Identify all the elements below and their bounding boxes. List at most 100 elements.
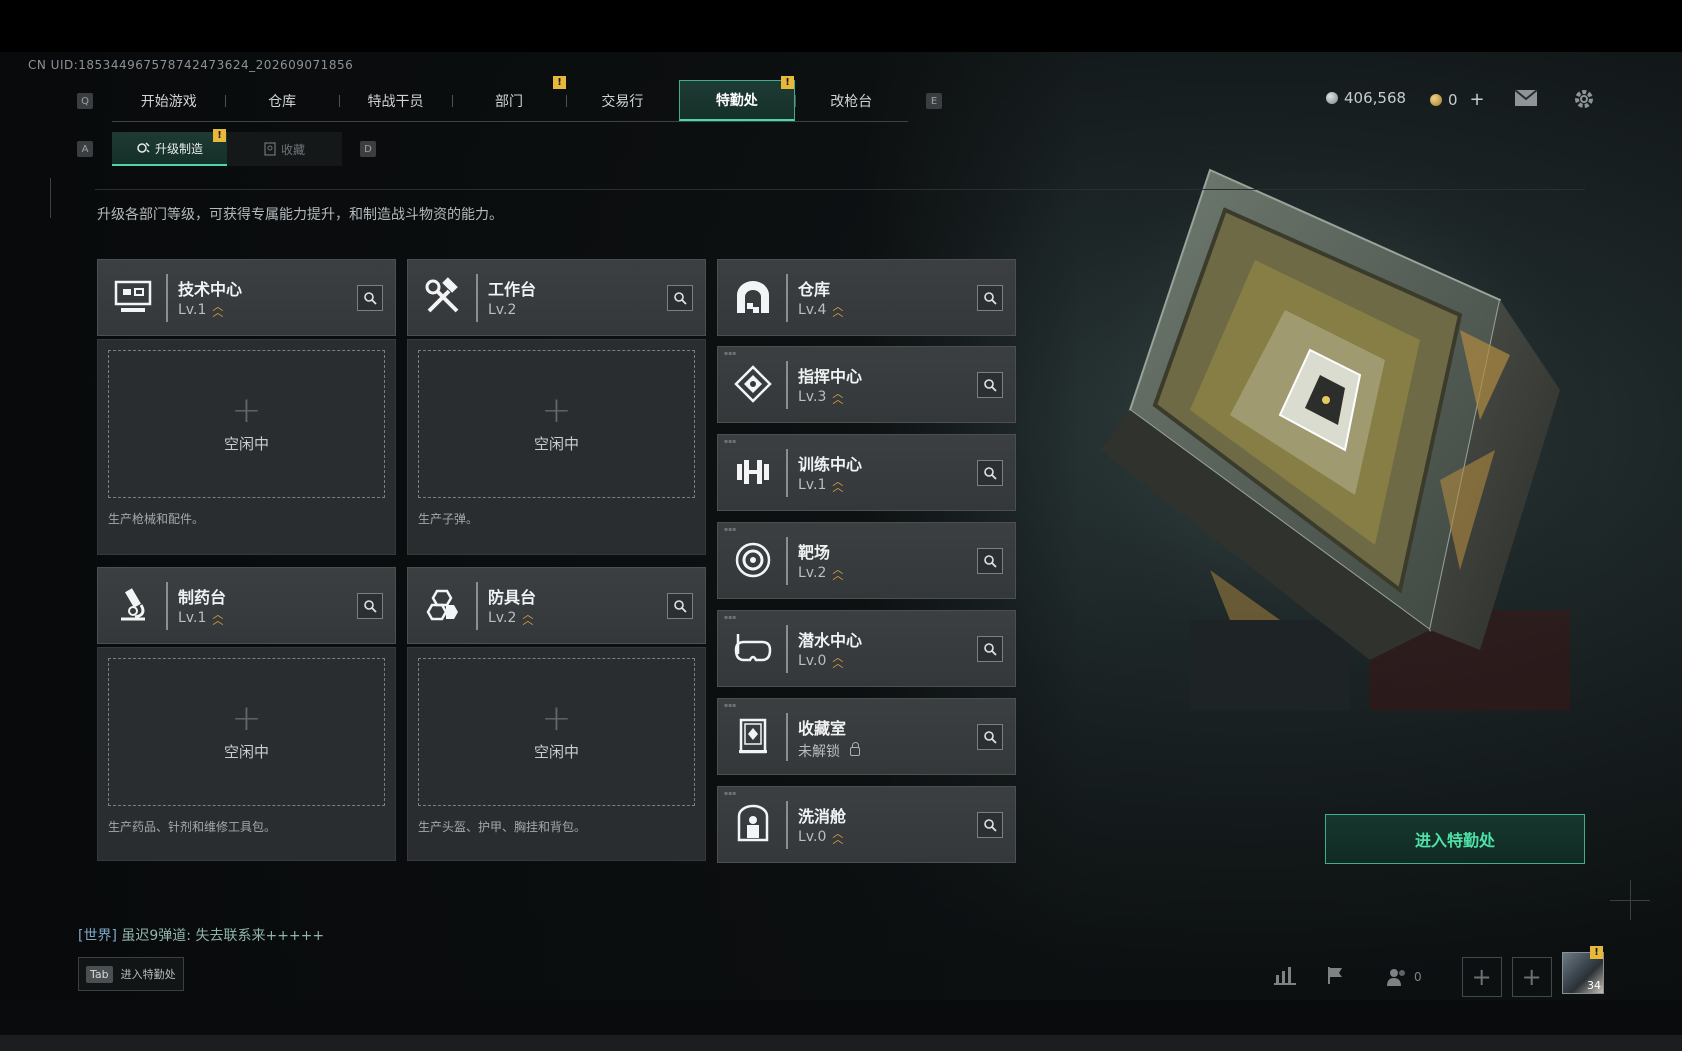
level-text: Lv.0	[798, 653, 827, 669]
search-button[interactable]	[977, 285, 1003, 311]
search-button[interactable]	[667, 285, 693, 311]
search-button[interactable]	[977, 636, 1003, 662]
sub-nav-tabs: 升级制造 收藏	[112, 132, 342, 166]
dept-card-warehouse[interactable]: 仓库 Lv.4 ︿ ︿	[717, 259, 1016, 336]
card-level: Lv.2 ︿ ︿	[798, 563, 844, 582]
production-area-armor-bench: + 空闲中 生产头盔、护甲、胸挂和背包。	[407, 647, 706, 861]
dept-card-shooting-range[interactable]: ▪▪▪ 靶场 Lv.2 ︿ ︿	[717, 522, 1016, 599]
tab-label: 改枪台	[830, 93, 873, 110]
dept-card-command-center[interactable]: ▪▪▪ 指挥中心 Lv.3 ︿ ︿	[717, 346, 1016, 423]
level-text: Lv.2	[488, 302, 517, 318]
dept-card-diving-center[interactable]: ▪▪▪ 潜水中心 Lv.0 ︿ ︿	[717, 610, 1016, 687]
level-text: Lv.3	[798, 389, 827, 405]
production-desc: 生产药品、针剂和维修工具包。	[108, 820, 277, 834]
card-title: 潜水中心	[798, 631, 863, 650]
card-separator	[786, 537, 788, 585]
card-title: 仓库	[798, 280, 831, 299]
upgrade-chevron-icon: ︿ ︿	[832, 475, 844, 494]
search-button[interactable]	[977, 548, 1003, 574]
dumbbell-icon	[730, 449, 776, 495]
mail-icon[interactable]	[1514, 88, 1538, 112]
search-button[interactable]	[977, 372, 1003, 398]
add-teammate-button[interactable]: +	[1511, 957, 1552, 997]
subnav-right-key[interactable]: D	[360, 141, 376, 157]
production-slot[interactable]: + 空闲中	[108, 658, 385, 806]
search-button[interactable]	[977, 460, 1003, 486]
nav-left-key[interactable]: Q	[77, 93, 93, 109]
tab-warehouse[interactable]: 仓库	[225, 80, 338, 121]
upgrade-chevron-icon: ︿ ︿	[832, 563, 844, 582]
dept-card-collection-room[interactable]: ▪▪▪ 收藏室 未解锁	[717, 698, 1016, 775]
production-slot[interactable]: + 空闲中	[418, 350, 695, 498]
production-desc: 生产头盔、护甲、胸挂和背包。	[418, 820, 587, 834]
subtab-upgrade-craft[interactable]: 升级制造	[112, 132, 227, 166]
card-level: Lv.1 ︿ ︿	[178, 300, 224, 319]
card-level: Lv.1 ︿ ︿	[178, 609, 223, 626]
nav-right-key[interactable]: E	[926, 93, 942, 109]
search-button[interactable]	[357, 593, 383, 619]
lock-icon	[850, 741, 860, 756]
silver-amount: 406,568	[1344, 89, 1407, 107]
search-button[interactable]	[977, 812, 1003, 838]
dept-card-decon-chamber[interactable]: ▪▪▪ 洗消舱 Lv.0 ︿ ︿	[717, 786, 1016, 863]
dept-card-workbench[interactable]: 工作台 Lv.2	[407, 259, 706, 336]
card-title: 指挥中心	[798, 367, 863, 386]
tab-label: 特战干员	[367, 93, 424, 110]
chat-channel: [世界]	[78, 928, 117, 944]
display-case-icon	[730, 713, 776, 759]
enter-special-ops-button[interactable]: 进入特勤处	[1325, 814, 1585, 864]
card-title: 防具台	[488, 588, 537, 607]
tab-start-game[interactable]: 开始游戏	[112, 80, 225, 121]
subtab-collection[interactable]: 收藏	[227, 132, 342, 166]
magnifier-icon	[984, 292, 997, 305]
tab-enter-hint[interactable]: Tab 进入特勤处	[78, 957, 184, 991]
dept-card-tech-center[interactable]: 技术中心 Lv.1 ︿ ︿	[97, 259, 396, 336]
tab-key: Tab	[86, 965, 113, 983]
special-ops-cube-art	[1040, 150, 1600, 710]
command-diamond-icon	[730, 361, 776, 407]
card-corner-mark: ▪▪▪	[724, 438, 737, 445]
card-separator	[166, 274, 168, 322]
card-level: Lv.4 ︿ ︿	[798, 301, 843, 318]
card-title: 训练中心	[798, 455, 863, 474]
dept-card-armor-bench[interactable]: 防具台 Lv.2 ︿ ︿	[407, 567, 706, 644]
tab-departments[interactable]: 部门	[452, 80, 565, 121]
add-slot-icon: +	[541, 389, 572, 431]
search-button[interactable]	[667, 593, 693, 619]
search-button[interactable]	[357, 285, 383, 311]
friends-icon[interactable]: 0	[1386, 967, 1422, 987]
decon-chamber-icon	[730, 801, 776, 847]
world-chat-line[interactable]: [世界] 虽迟9弹道: 失去联系来+++++	[78, 925, 324, 945]
dept-card-pharmacy[interactable]: 制药台 Lv.1 ︿ ︿	[97, 567, 396, 644]
subnav-left-key[interactable]: A	[77, 141, 93, 157]
upgrade-chevron-icon: ︿ ︿	[212, 300, 224, 319]
card-separator	[786, 713, 788, 761]
tab-gunsmith[interactable]: 改枪台	[794, 80, 908, 121]
tab-hint-label: 进入特勤处	[120, 968, 176, 981]
add-slot-icon: +	[541, 697, 572, 739]
stats-chart-icon[interactable]	[1274, 965, 1296, 990]
add-slot-icon: +	[231, 389, 262, 431]
gold-currency: 0 +	[1430, 89, 1485, 110]
tab-operators[interactable]: 特战干员	[338, 80, 452, 121]
magnifier-icon	[364, 600, 377, 613]
tab-label: 交易行	[601, 93, 644, 110]
tab-trading[interactable]: 交易行	[565, 80, 679, 121]
flag-icon[interactable]	[1326, 965, 1346, 990]
search-button[interactable]	[977, 724, 1003, 750]
card-title: 技术中心	[178, 280, 243, 299]
production-slot[interactable]: + 空闲中	[418, 658, 695, 806]
dept-card-training-center[interactable]: ▪▪▪ 训练中心 Lv.1 ︿ ︿	[717, 434, 1016, 511]
card-title: 收藏室	[798, 719, 847, 738]
settings-gear-icon[interactable]	[1573, 88, 1595, 115]
add-gold-button[interactable]: +	[1470, 89, 1485, 110]
production-slot[interactable]: + 空闲中	[108, 350, 385, 498]
tab-special-ops[interactable]: 特勤处	[679, 80, 795, 121]
player-uid: CN UID:185344967578742473624_20260907185…	[28, 58, 354, 72]
upgrade-chevron-icon: ︿ ︿	[522, 608, 534, 627]
player-level: 34	[1587, 979, 1601, 992]
production-desc: 生产枪械和配件。	[108, 512, 205, 526]
subtab-label: 升级制造	[154, 141, 203, 156]
add-teammate-button[interactable]: +	[1461, 957, 1502, 997]
card-corner-mark: ▪▪▪	[724, 350, 737, 357]
